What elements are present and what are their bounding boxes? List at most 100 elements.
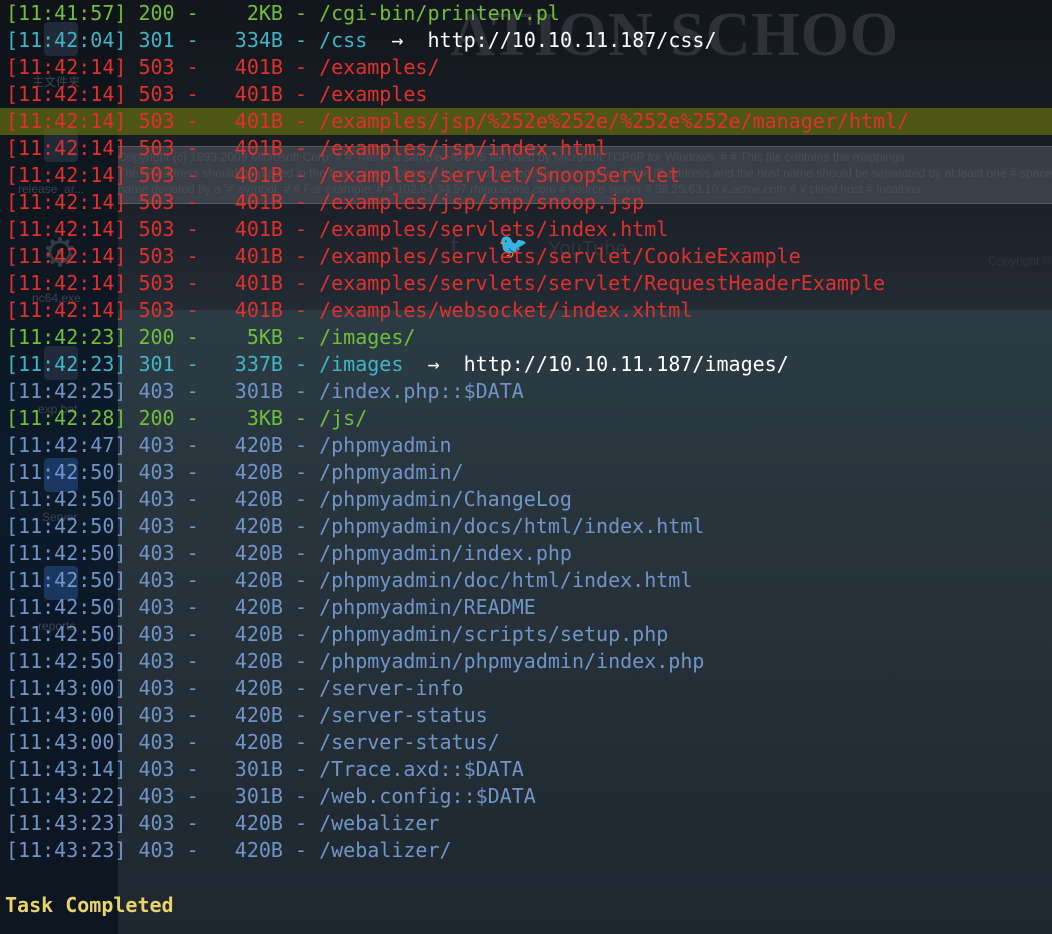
log-path: /webalizer/ (319, 838, 452, 862)
terminal-output[interactable]: [11:41:57] 200 - 2KB - /cgi-bin/printenv… (0, 0, 1052, 934)
log-size-field: 420B (223, 459, 283, 486)
log-path: /phpmyadmin/README (319, 595, 536, 619)
log-size: 401B (234, 136, 283, 160)
log-time: [11:42:14] (6, 136, 127, 160)
log-size-field: 3KB (223, 405, 283, 432)
log-row: [11:42:50] 403 - 420B - /phpmyadmin/docs… (6, 514, 705, 538)
log-row: [11:42:50] 403 - 420B - /phpmyadmin/ (6, 459, 464, 486)
log-size-field: 420B (223, 621, 283, 648)
log-status-code: 403 (138, 541, 175, 565)
log-path: /phpmyadmin/scripts/setup.php (319, 622, 669, 646)
log-time: [11:42:14] (6, 271, 127, 295)
log-status-code: 503 (138, 244, 175, 268)
log-path: /examples/servlets/index.html (319, 217, 669, 241)
log-path: /server-status/ (319, 730, 500, 754)
log-row: [11:42:25] 403 - 301B - /index.php::$DAT… (6, 378, 524, 405)
log-size: 401B (234, 109, 283, 133)
log-path: /cgi-bin/printenv.pl (319, 1, 560, 25)
log-size: 420B (234, 595, 283, 619)
log-time: [11:42:23] (6, 325, 127, 349)
log-status-code: 403 (138, 595, 175, 619)
log-time: [11:42:14] (6, 190, 127, 214)
log-size-field: 401B (223, 54, 283, 81)
log-time: [11:42:50] (6, 541, 127, 565)
log-path: /server-status (319, 703, 488, 727)
log-row: [11:43:00] 403 - 420B - /server-status (6, 703, 488, 727)
log-time: [11:42:50] (6, 622, 127, 646)
log-time: [11:42:25] (6, 379, 127, 403)
log-size: 420B (234, 487, 283, 511)
log-size: 401B (234, 271, 283, 295)
log-path: /images (319, 352, 404, 376)
log-redirect-url: http://10.10.11.187/images/ (463, 352, 789, 376)
log-row: [11:42:14] 503 - 401B - /examples/jsp/sn… (6, 189, 645, 216)
log-size: 334B (234, 28, 283, 52)
log-status-code: 403 (138, 487, 175, 511)
log-size-field: 420B (223, 432, 283, 459)
log-row: [11:42:04] 301 - 334B - /css → http://10… (6, 27, 717, 54)
log-size: 401B (234, 244, 283, 268)
log-path: /server-info (319, 676, 464, 700)
log-row: [11:43:00] 403 - 420B - /server-status/ (6, 730, 500, 754)
log-status-code: 403 (138, 703, 175, 727)
log-size-field: 420B (223, 837, 283, 864)
log-size-field: 401B (223, 243, 283, 270)
log-status-code: 403 (138, 730, 175, 754)
log-status-code: 301 (138, 28, 175, 52)
log-size: 420B (234, 460, 283, 484)
log-size: 401B (234, 82, 283, 106)
log-row: [11:42:50] 403 - 420B - /phpmyadmin/READ… (6, 595, 536, 619)
log-time: [11:41:57] (6, 1, 127, 25)
log-size: 420B (234, 541, 283, 565)
log-row: [11:42:23] 301 - 337B - /images → http:/… (6, 351, 789, 378)
log-path: /examples/websocket/index.xhtml (319, 298, 693, 322)
log-size: 420B (234, 730, 283, 754)
redirect-arrow-icon: → (427, 352, 440, 376)
log-row: [11:43:23] 403 - 420B - /webalizer (6, 811, 440, 835)
log-size-field: 401B (223, 189, 283, 216)
log-size-field: 401B (223, 216, 283, 243)
log-size: 401B (234, 298, 283, 322)
log-status-code: 503 (138, 163, 175, 187)
log-row: [11:42:50] 403 - 420B - /phpmyadmin/phpm… (6, 648, 705, 675)
log-size: 3KB (246, 406, 283, 430)
log-row: [11:42:14] 503 - 401B - /examples/jsp/in… (6, 135, 609, 162)
log-time: [11:42:14] (6, 82, 127, 106)
log-size-field: 337B (223, 351, 283, 378)
log-size-field: 401B (223, 297, 283, 324)
log-row: [11:42:14] 503 - 401B - /examples/ (6, 54, 440, 81)
log-size-field: 334B (223, 27, 283, 54)
log-size-field: 420B (223, 567, 283, 594)
log-path: /phpmyadmin/ChangeLog (319, 487, 572, 511)
log-path: /examples (319, 82, 428, 106)
log-time: [11:42:04] (6, 28, 127, 52)
log-size: 2KB (246, 1, 283, 25)
log-path: /phpmyadmin/phpmyadmin/index.php (319, 649, 705, 673)
log-time: [11:43:23] (6, 838, 127, 862)
log-time: [11:42:50] (6, 649, 127, 673)
log-size-field: 401B (223, 135, 283, 162)
log-status-code: 503 (138, 217, 175, 241)
log-status-code: 301 (138, 352, 175, 376)
log-time: [11:42:50] (6, 487, 127, 511)
log-size-field: 301B (223, 378, 283, 405)
log-status-code: 403 (138, 676, 175, 700)
log-time: [11:43:00] (6, 676, 127, 700)
log-size: 420B (234, 811, 283, 835)
log-time: [11:42:47] (6, 433, 127, 457)
log-status-code: 200 (138, 406, 175, 430)
log-status-code: 403 (138, 649, 175, 673)
log-status-code: 403 (138, 460, 175, 484)
log-status-code: 503 (138, 298, 175, 322)
log-time: [11:42:14] (6, 244, 127, 268)
log-row: [11:42:47] 403 - 420B - /phpmyadmin (6, 432, 452, 459)
log-status-code: 403 (138, 784, 175, 808)
log-size-field: 420B (223, 648, 283, 675)
log-size-field: 420B (223, 486, 283, 513)
log-time: [11:42:23] (6, 352, 127, 376)
log-size: 420B (234, 703, 283, 727)
log-row: [11:42:50] 403 - 420B - /phpmyadmin/scri… (6, 621, 669, 648)
log-time: [11:42:14] (6, 163, 127, 187)
log-size-field: 420B (223, 675, 283, 702)
log-status-code: 503 (138, 271, 175, 295)
